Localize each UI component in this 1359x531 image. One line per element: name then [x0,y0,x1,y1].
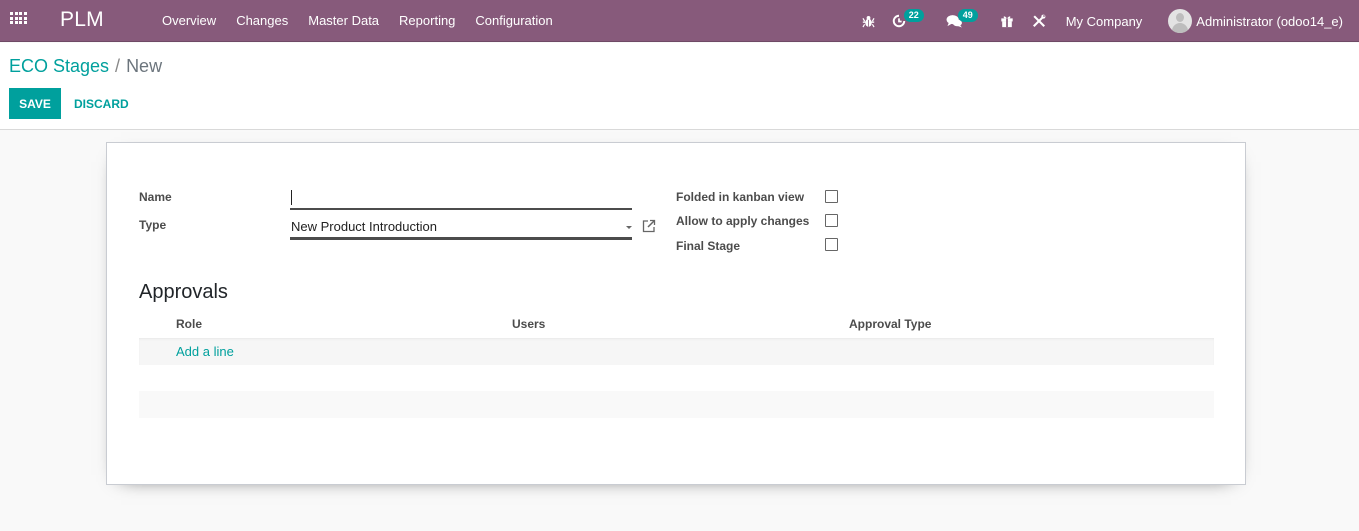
folded-kanban-checkbox[interactable] [825,190,838,203]
column-header-users[interactable]: Users [512,317,545,331]
menu-overview[interactable]: Overview [152,0,226,42]
messages-count-badge: 49 [957,9,978,22]
user-menu[interactable]: Administrator (odoo14_e) [1168,9,1343,33]
column-header-approval-type[interactable]: Approval Type [849,317,931,331]
main-menu: Overview Changes Master Data Reporting C… [152,0,563,42]
tools-button[interactable] [1028,0,1050,42]
activities-count-badge: 22 [903,9,924,22]
name-input[interactable] [290,187,632,210]
menu-changes[interactable]: Changes [226,0,298,42]
breadcrumb: ECO Stages / New [9,56,162,77]
discard-button[interactable]: DISCARD [67,88,136,119]
menu-configuration[interactable]: Configuration [465,0,562,42]
breadcrumb-separator: / [115,56,121,76]
add-a-line-link[interactable]: Add a line [176,344,234,359]
save-button[interactable]: SAVE [9,88,61,119]
app-brand[interactable]: PLM [60,8,104,32]
empty-row [139,391,1214,418]
text-caret [291,190,292,205]
company-switcher[interactable]: My Company [1066,14,1143,29]
form-sheet: Name Type New Product Introduction Folde… [106,142,1246,485]
avatar [1168,9,1193,33]
allow-apply-changes-checkbox[interactable] [825,214,838,227]
caret-down-icon[interactable] [626,226,632,229]
final-stage-label: Final Stage [676,239,741,253]
type-label: Type [139,218,167,232]
breadcrumb-current: New [126,56,163,76]
control-panel: ECO Stages / New SAVE DISCARD [0,43,1359,130]
add-line-row: Add a line [139,338,1214,365]
user-name: Administrator (odoo14_e) [1196,13,1343,29]
allow-apply-changes-label: Allow to apply changes [676,214,810,228]
top-navbar: PLM Overview Changes Master Data Reporti… [0,0,1359,42]
name-label: Name [139,190,172,204]
tools-icon [1032,14,1046,27]
folded-kanban-label: Folded in kanban view [676,190,805,204]
menu-reporting[interactable]: Reporting [389,0,465,42]
apps-grid-icon[interactable] [10,12,27,26]
debug-menu[interactable] [856,0,882,42]
messages-menu[interactable]: 49 [944,0,988,42]
gift-icon [1001,16,1013,28]
gift-button[interactable] [996,0,1018,42]
type-select-underline [290,237,632,239]
final-stage-checkbox[interactable] [825,238,838,251]
menu-master-data[interactable]: Master Data [298,0,389,42]
systray: 22 49 My Company Administrator (odoo14_e… [856,0,1359,42]
approvals-title: Approvals [139,281,228,303]
bug-icon [862,15,875,27]
breadcrumb-eco-stages[interactable]: ECO Stages [9,56,109,76]
activities-menu[interactable]: 22 [890,0,934,42]
external-link-icon[interactable] [641,218,657,234]
type-select-value: New Product Introduction [291,219,437,234]
column-header-role[interactable]: Role [176,317,202,331]
